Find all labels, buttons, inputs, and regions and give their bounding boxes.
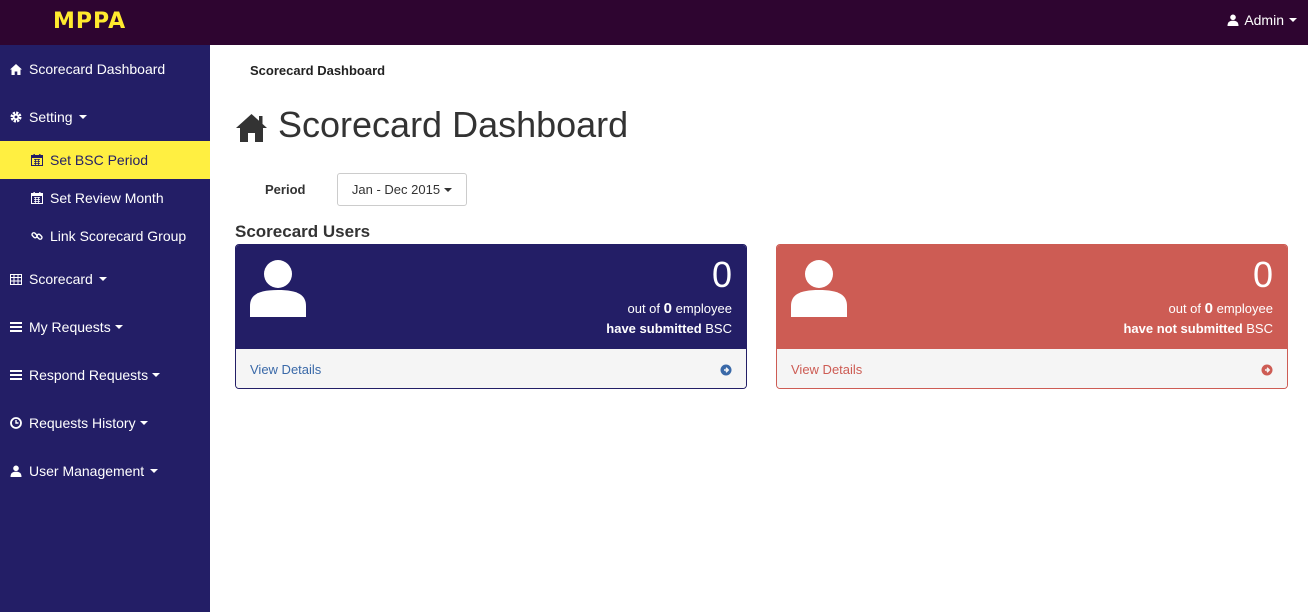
sidebar-item-my-requests[interactable]: My Requests [0,303,210,351]
sidebar-item-user-management[interactable]: User Management [0,447,210,495]
user-icon [250,259,306,320]
calendar-icon [31,192,43,204]
user-name: Admin [1244,12,1284,28]
sidebar-item-scorecard[interactable]: Scorecard [0,255,210,303]
home-icon [235,110,268,142]
status-line: have not submitted BSC [1123,321,1273,336]
user-icon [791,259,847,320]
list-icon [10,321,22,333]
employee-total: 0 [1204,300,1213,317]
link-icon [31,230,43,242]
not-submitted-panel: 0 out of 0 employee have not submitted B… [776,244,1288,389]
not-submitted-count: 0 [1252,254,1273,295]
view-details-link[interactable]: View Details [236,349,746,388]
breadcrumb: Scorecard Dashboard [250,63,386,78]
top-navbar: MPPA Admin [0,0,1308,45]
list-icon [10,369,22,381]
user-icon [10,465,22,477]
panel-heading: 0 out of 0 employee have not submitted B… [777,245,1287,349]
view-details-label: View Details [791,362,863,377]
sidebar-item-label: Requests History [29,415,136,431]
brand-logo[interactable]: MPPA [53,9,126,34]
sidebar-item-setting[interactable]: Setting [0,93,210,141]
chevron-down-icon [78,115,87,119]
section-title: Scorecard Users [235,222,371,241]
chevron-down-icon [1289,18,1297,22]
submitted-count: 0 [711,254,732,295]
table-icon [10,273,22,285]
view-details-label: View Details [250,362,322,377]
chevron-down-icon [444,187,453,192]
gear-icon [10,111,22,123]
sidebar-item-label: Set BSC Period [50,152,149,168]
status-line: have submitted BSC [606,321,732,336]
sidebar-item-label: Link Scorecard Group [50,228,187,244]
sidebar-item-label: User Management [29,463,145,479]
sidebar-item-scorecard-dashboard[interactable]: Scorecard Dashboard [0,45,210,93]
sidebar-item-label: Scorecard [29,271,93,287]
chevron-down-icon [139,421,148,425]
sidebar: Scorecard Dashboard Setting Set BSC Peri… [0,45,210,612]
chevron-down-icon [150,469,159,473]
sidebar-item-set-bsc-period[interactable]: Set BSC Period [0,141,210,179]
sidebar-item-label: My Requests [29,319,111,335]
sidebar-item-label: Set Review Month [50,190,164,206]
page-title-text: Scorecard Dashboard [278,104,629,145]
arrow-circle-right-icon [720,364,732,376]
employee-total: 0 [663,300,672,317]
submitted-panel: 0 out of 0 employee have submitted BSC V… [235,244,747,389]
home-icon [10,63,22,75]
chevron-down-icon [152,373,161,377]
page-title: Scorecard Dashboard [235,104,628,146]
employee-total-line: out of 0 employee [627,300,733,317]
calendar-icon [31,154,43,166]
sidebar-item-respond-requests[interactable]: Respond Requests [0,351,210,399]
sidebar-item-set-review-month[interactable]: Set Review Month [0,179,210,217]
sidebar-item-label: Respond Requests [29,367,149,383]
employee-total-line: out of 0 employee [1168,300,1274,317]
sidebar-item-requests-history[interactable]: Requests History [0,399,210,447]
period-dropdown[interactable]: Jan - Dec 2015 [337,173,467,206]
clock-icon [10,417,22,429]
period-value: Jan - Dec 2015 [351,182,441,197]
sidebar-item-label: Setting [29,109,73,125]
sidebar-item-link-scorecard-group[interactable]: Link Scorecard Group [0,217,210,255]
chevron-down-icon [98,277,107,281]
arrow-circle-right-icon [1261,364,1273,376]
panel-heading: 0 out of 0 employee have submitted BSC [236,245,746,349]
sidebar-item-label: Scorecard Dashboard [29,61,166,77]
period-label: Period [265,182,306,197]
view-details-link[interactable]: View Details [777,349,1287,388]
user-menu[interactable]: Admin [1227,12,1297,28]
user-icon [1227,14,1239,26]
chevron-down-icon [114,325,123,329]
